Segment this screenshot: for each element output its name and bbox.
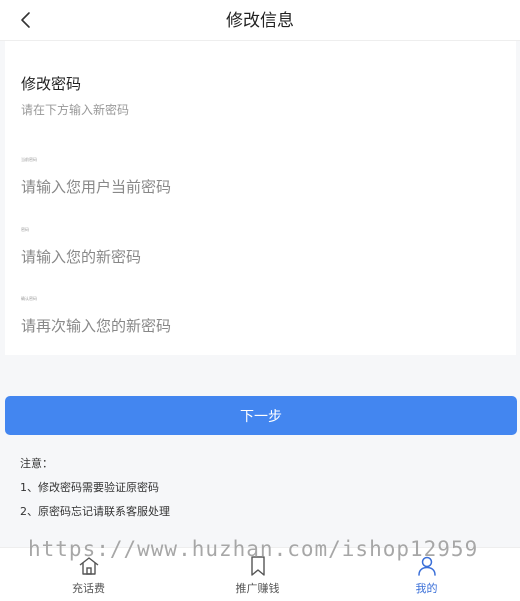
- note-item: 2、原密码忘记请联系客服处理: [20, 505, 170, 518]
- home-icon: [79, 557, 99, 575]
- current-password-field: 当前密码: [21, 157, 501, 213]
- tab-recharge[interactable]: 充话费: [2, 548, 175, 601]
- tab-mine[interactable]: 我的: [340, 548, 513, 601]
- header-bar: 修改信息: [0, 0, 520, 41]
- notes-section: 注意： 1、修改密码需要验证原密码 2、原密码忘记请联系客服处理: [20, 456, 170, 528]
- form-title: 修改密码: [21, 75, 82, 93]
- tab-label: 我的: [415, 582, 438, 595]
- user-icon: [418, 556, 436, 576]
- confirm-password-label: 确认密码: [21, 296, 37, 301]
- note-item: 1、修改密码需要验证原密码: [20, 481, 159, 494]
- next-step-button[interactable]: 下一步: [5, 396, 517, 435]
- new-password-field: 密码: [21, 227, 501, 283]
- page-title: 修改信息: [226, 11, 294, 31]
- current-password-input[interactable]: [21, 173, 501, 201]
- notes-heading: 注意：: [20, 457, 53, 470]
- confirm-password-input[interactable]: [21, 312, 501, 340]
- form-subtitle: 请在下方输入新密码: [21, 103, 130, 117]
- tab-promotion[interactable]: 推广赚钱: [171, 548, 344, 601]
- tab-label: 推广赚钱: [235, 582, 280, 595]
- tab-label: 充话费: [72, 582, 105, 595]
- new-password-label: 密码: [21, 227, 29, 232]
- current-password-label: 当前密码: [21, 157, 37, 162]
- confirm-password-field: 确认密码: [21, 296, 501, 352]
- bookmark-icon: [251, 556, 265, 576]
- password-form-card: 修改密码 请在下方输入新密码 当前密码 密码 确认密码: [5, 41, 516, 355]
- new-password-input[interactable]: [21, 243, 501, 271]
- bottom-tab-bar: 充话费 推广赚钱 我的: [0, 547, 520, 601]
